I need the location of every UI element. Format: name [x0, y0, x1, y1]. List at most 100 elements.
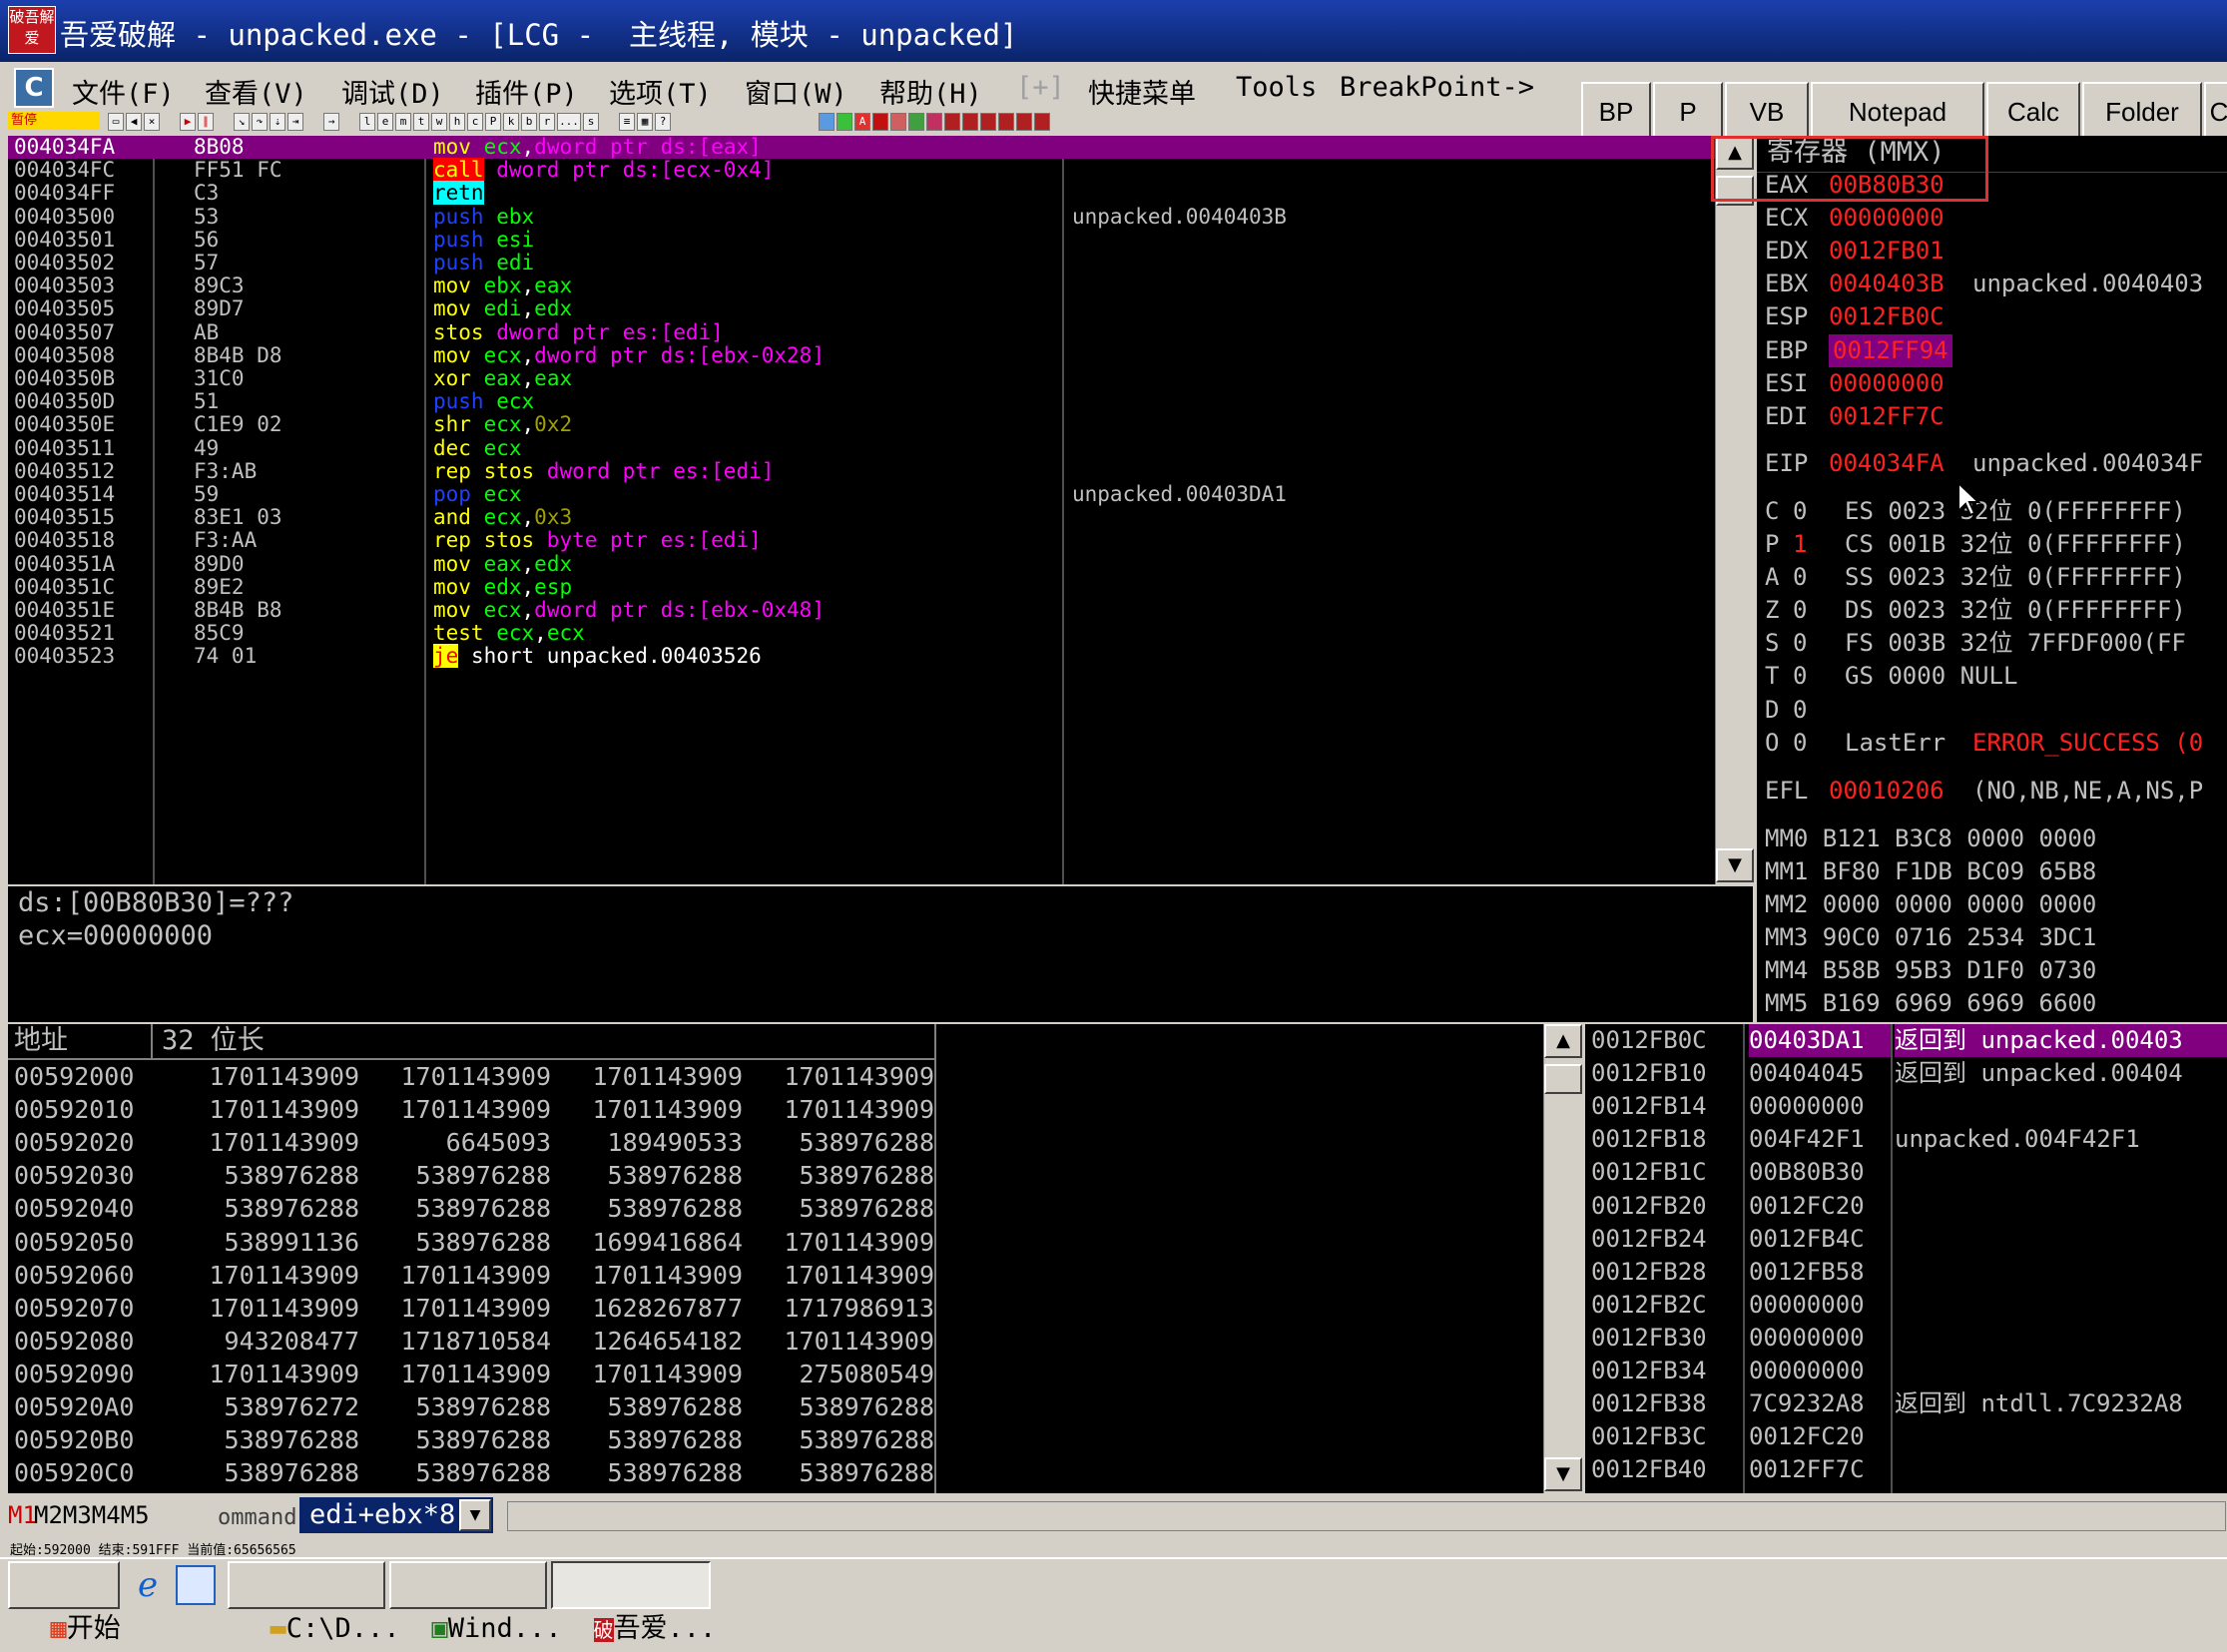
plugin5-icon[interactable] [890, 113, 906, 131]
mmx-register-row[interactable]: MM5 B169 6969 6969 6600 [1765, 987, 2096, 1020]
goto-icon[interactable]: → [323, 113, 339, 131]
scroll-down-icon[interactable]: ▼ [1544, 1457, 1582, 1491]
plugin8-icon[interactable] [944, 113, 960, 131]
flag-row[interactable]: Z 0 DS 0023 32位 0(FFFFFFFF) [1757, 594, 2227, 627]
plugin6-icon[interactable] [908, 113, 924, 131]
vb-button[interactable]: VB [1725, 82, 1809, 138]
window-h-button[interactable]: h [449, 113, 465, 131]
scroll-up-icon[interactable]: ▲ [1544, 1024, 1582, 1058]
cmd-button[interactable]: C [2204, 82, 2227, 138]
disasm-row[interactable]: 00403523 74 01 je short unpacked.00403526 [8, 644, 1715, 669]
dump-row[interactable]: 00592020 1701143909 6645093 189490533 538976… [8, 1126, 934, 1159]
menu-help[interactable]: 帮助(H) [879, 72, 982, 111]
cpu-window-icon[interactable]: C [14, 68, 54, 108]
p-button[interactable]: P [1653, 82, 1723, 138]
calc-button[interactable]: Calc [1986, 82, 2080, 138]
plugin1-icon[interactable] [819, 113, 835, 131]
window-s-button[interactable]: s [583, 113, 599, 131]
dump-row[interactable]: 00592030 538976288 538976288 538976288 53897… [8, 1159, 934, 1192]
dump-row[interactable]: 00592070 1701143909 1701143909 1628267877 17… [8, 1292, 934, 1325]
dump-row[interactable]: 00592060 1701143909 1701143909 1701143909 17… [8, 1259, 934, 1292]
disasm-row[interactable]: 004034FF C3 retn [8, 181, 1715, 206]
menu-debug[interactable]: 调试(D) [341, 72, 444, 111]
stack-row[interactable]: 0012FB2C 00000000 [1585, 1289, 2227, 1322]
menu-view[interactable]: 查看(V) [205, 72, 307, 111]
flag-row[interactable]: D0 [1757, 694, 2227, 727]
plugin2-icon[interactable] [836, 113, 852, 131]
command-dropdown-icon[interactable]: ▼ [459, 1499, 491, 1531]
plugin7-icon[interactable] [926, 113, 942, 131]
disassembly-pane[interactable]: 004034FA 8B08 mov ecx,dword ptr ds:[eax] 00… [8, 136, 1715, 884]
stack-row[interactable]: 0012FB28 0012FB58 [1585, 1256, 2227, 1289]
mmx-register-row[interactable]: MM0 B121 B3C8 0000 0000 [1765, 823, 2096, 855]
folder-button[interactable]: Folder [2082, 82, 2202, 138]
tab-m2-m5[interactable]: M2M3M4M5 [34, 1501, 150, 1529]
dump-pane[interactable]: 地址 32 位长 00592000 1701143909 1701143909 170… [8, 1024, 1543, 1493]
window-r-button[interactable]: r [539, 113, 555, 131]
stack-row[interactable]: 0012FB0C 00403DA1 返回到 unpacked.00403 [1585, 1024, 2227, 1057]
disasm-row[interactable]: 00403505 89D7 mov edi,edx [8, 296, 1715, 320]
disasm-row[interactable]: 00403515 83E1 03 and ecx,0x3 [8, 505, 1715, 529]
disasm-row[interactable]: 00403502 57 push edi [8, 251, 1715, 275]
stack-row[interactable]: 0012FB20 0012FC20 [1585, 1190, 2227, 1223]
dump-row[interactable]: 005920A0 538976272 538976288 538976288 53897… [8, 1390, 934, 1423]
scroll-up-icon[interactable]: ▲ [1716, 136, 1754, 170]
disasm-row[interactable]: 00403521 85C9 test ecx,ecx [8, 621, 1715, 645]
dump-col-addr[interactable]: 地址 [14, 1024, 68, 1057]
menu-shortcuts[interactable]: 快捷菜单 [1088, 72, 1196, 111]
window-k-button[interactable]: k [503, 113, 519, 131]
disasm-row[interactable]: 004034FC FF51 FC call dword ptr ds:[ecx-0x… [8, 158, 1715, 183]
notepad-button[interactable]: Notepad [1811, 82, 1984, 138]
trace-into-icon[interactable]: ⇣ [270, 113, 285, 131]
dump-row[interactable]: 00592000 1701143909 1701143909 1701143909 17… [8, 1060, 934, 1093]
register-row[interactable]: EIP 004034FA unpacked.004034F [1757, 447, 2227, 480]
disasm-row[interactable]: 00403500 53 push ebx unpacked.0040403B [8, 205, 1715, 229]
disasm-row[interactable]: 00403511 49 dec ecx [8, 436, 1715, 460]
flag-row[interactable]: S 0 FS 003B 32位 7FFDF000(FF [1757, 627, 2227, 660]
register-row[interactable]: ECX 00000000 [1757, 202, 2227, 235]
dump-col-data[interactable]: 32 位长 [162, 1024, 265, 1057]
register-row[interactable]: EBX 0040403B unpacked.0040403 [1757, 268, 2227, 300]
stack-row[interactable]: 0012FB40 0012FF7C [1585, 1453, 2227, 1486]
flag-row[interactable]: P 1 CS 001B 32位 0(FFFFFFFF) [1757, 528, 2227, 561]
plugin11-icon[interactable] [998, 113, 1014, 131]
window-t-button[interactable]: t [413, 113, 429, 131]
step-over-icon[interactable]: ↷ [252, 113, 268, 131]
tab-m1[interactable]: M1 [8, 1501, 37, 1529]
mmx-register-row[interactable]: MM2 0000 0000 0000 0000 [1765, 888, 2096, 921]
mmx-register-row[interactable]: MM4 B58B 95B3 D1F0 0730 [1765, 954, 2096, 987]
stack-row[interactable]: 0012FB14 00000000 [1585, 1090, 2227, 1123]
window-m-button[interactable]: m [395, 113, 411, 131]
close-icon[interactable]: × [144, 113, 160, 131]
list-icon[interactable]: ≡ [619, 113, 635, 131]
plugin12-icon[interactable] [1016, 113, 1032, 131]
scroll-thumb[interactable] [1716, 176, 1754, 206]
register-row[interactable]: ESI 00000000 [1757, 367, 2227, 400]
scroll-thumb[interactable] [1544, 1064, 1582, 1094]
run-icon[interactable]: ▶ [180, 113, 196, 131]
stack-row[interactable]: 0012FB18 004F42F1 unpacked.004F42F1 [1585, 1123, 2227, 1156]
register-row[interactable]: ESP 0012FB0C [1757, 300, 2227, 333]
step-into-icon[interactable]: ↘ [234, 113, 250, 131]
disasm-row[interactable]: 0040350B 31C0 xor eax,eax [8, 366, 1715, 390]
taskbar-task-manager[interactable]: ▣Wind... [389, 1561, 562, 1644]
taskbar-olly[interactable]: 破吾爱... [551, 1561, 716, 1644]
menu-plugins[interactable]: 插件(P) [475, 72, 578, 111]
flag-row[interactable]: C 0 ES 0023 32位 0(FFFFFFFF) [1757, 495, 2227, 528]
rewind-icon[interactable]: ◀ [126, 113, 142, 131]
menu-tools[interactable]: Tools [1236, 72, 1317, 103]
dump-row[interactable]: 00592080 943208477 1718710584 1264654182 170… [8, 1325, 934, 1358]
desktop-icon[interactable] [176, 1565, 216, 1605]
dump-row[interactable]: 00592090 1701143909 1701143909 1701143909 27… [8, 1358, 934, 1390]
stack-row[interactable]: 0012FB10 00404045 返回到 unpacked.00404 [1585, 1057, 2227, 1090]
dump-row[interactable]: 005920C0 538976288 538976288 538976288 53897… [8, 1456, 934, 1489]
dump-row[interactable]: 00592050 538991136 538976288 1699416864 1701… [8, 1226, 934, 1259]
disasm-scrollbar[interactable]: ▲ ▼ [1715, 136, 1754, 884]
pause-icon[interactable]: ∥ [198, 113, 214, 131]
help-icon[interactable]: ? [655, 113, 671, 131]
disasm-row[interactable]: 00403503 89C3 mov ebx,eax [8, 274, 1715, 297]
stack-row[interactable]: 0012FB24 0012FB4C [1585, 1223, 2227, 1256]
flag-row[interactable]: O 0 LastErr ERROR_SUCCESS (0 [1757, 727, 2227, 760]
mmx-register-row[interactable]: MM3 90C0 0716 2534 3DC1 [1765, 921, 2096, 954]
open-icon[interactable]: ▭ [108, 113, 124, 131]
